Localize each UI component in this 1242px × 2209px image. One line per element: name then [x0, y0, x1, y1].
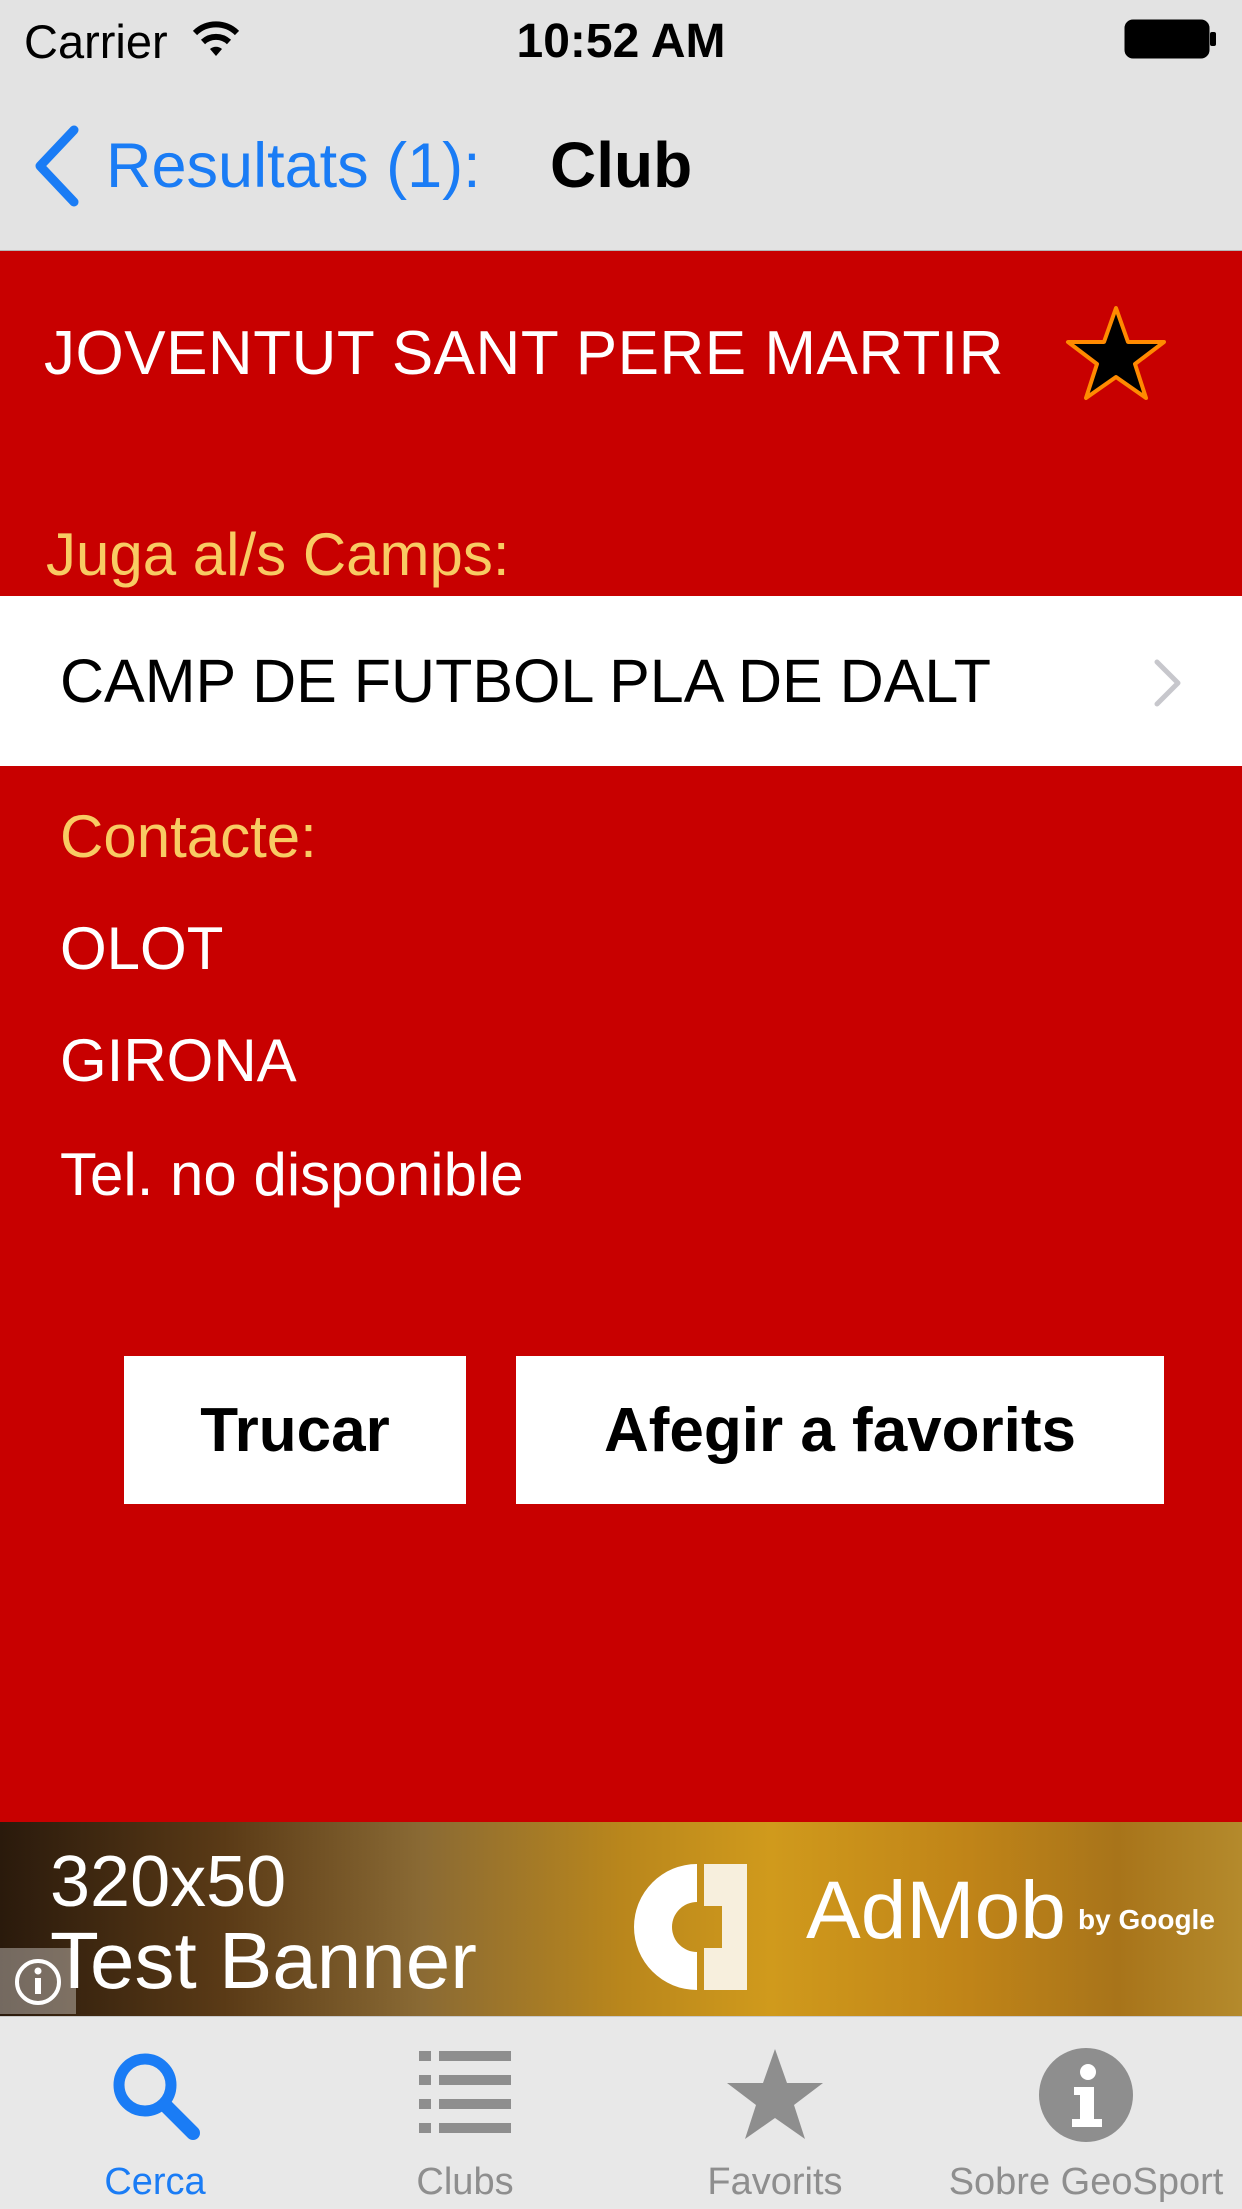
- ad-size-label: 320x50: [50, 1842, 287, 1922]
- chevron-right-icon: [1154, 659, 1181, 707]
- add-favorite-button[interactable]: Afegir a favorits: [516, 1356, 1164, 1504]
- tab-label: Favorits: [707, 2161, 843, 2203]
- contact-phone: Tel. no disponible: [60, 1141, 524, 1208]
- tab-about[interactable]: Sobre GeoSport: [930, 2017, 1242, 2209]
- page-title: Club: [550, 129, 693, 201]
- battery-icon: [1124, 19, 1216, 59]
- list-icon: [419, 2051, 511, 2133]
- tab-clubs[interactable]: Clubs: [310, 2017, 620, 2209]
- contact-city: OLOT: [60, 915, 224, 982]
- ad-test-label: Test Banner: [50, 1916, 477, 2005]
- tab-bar: Cerca Clubs Favorits Sobre GeoSport: [0, 2016, 1242, 2209]
- star-icon: [727, 2049, 823, 2139]
- ad-banner[interactable]: 320x50 Test Banner AdMob by Google: [0, 1822, 1242, 2016]
- tab-search[interactable]: Cerca: [0, 2017, 310, 2209]
- field-name: CAMP DE FUTBOL PLA DE DALT: [60, 647, 992, 715]
- club-name: JOVENTUT SANT PERE MARTIR: [44, 319, 1004, 388]
- field-row[interactable]: CAMP DE FUTBOL PLA DE DALT: [0, 596, 1242, 766]
- contact-province: GIRONA: [60, 1027, 297, 1094]
- info-icon[interactable]: [0, 1948, 76, 2014]
- ad-brand: AdMob: [806, 1865, 1066, 1956]
- star-icon[interactable]: [1064, 304, 1168, 402]
- fields-section-label: Juga al/s Camps:: [46, 521, 510, 588]
- admob-logo-icon: [634, 1864, 747, 1990]
- back-button[interactable]: Resultats (1):: [106, 130, 481, 202]
- tab-label: Sobre GeoSport: [948, 2161, 1224, 2203]
- search-icon: [113, 2053, 200, 2140]
- info-icon: [1039, 2048, 1133, 2142]
- status-time: 10:52 AM: [516, 15, 726, 68]
- call-button[interactable]: Trucar: [124, 1356, 466, 1504]
- tab-label: Cerca: [104, 2161, 206, 2203]
- tab-label: Clubs: [416, 2161, 514, 2203]
- contact-section-label: Contacte:: [60, 803, 317, 870]
- ad-by-label: by Google: [1078, 1904, 1215, 1935]
- chevron-left-icon[interactable]: [30, 124, 86, 208]
- tab-favorites[interactable]: Favorits: [620, 2017, 930, 2209]
